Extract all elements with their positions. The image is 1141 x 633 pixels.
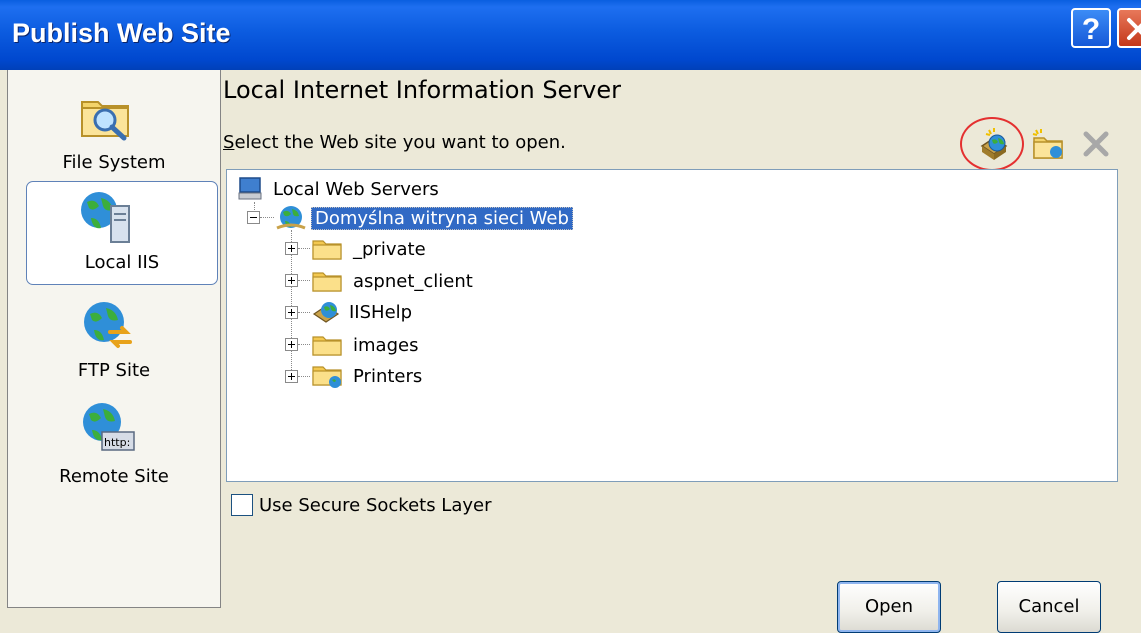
window-title: Publish Web Site <box>12 18 231 48</box>
web-app-icon <box>312 302 340 323</box>
new-web-site-icon[interactable] <box>976 126 1012 162</box>
prompt-accelerator: S <box>223 132 235 153</box>
tree-node-label: _private <box>353 238 426 260</box>
remote-http-globe-icon: http: <box>83 403 135 451</box>
sidebar-item-ftp-site[interactable]: FTP Site <box>8 292 220 388</box>
tree-node-iishelp[interactable]: IISHelp <box>311 297 412 327</box>
expand-toggle[interactable] <box>285 338 298 351</box>
folder-icon <box>312 272 342 292</box>
tree-node-label: Printers <box>353 365 423 387</box>
tree-node-root[interactable]: Local Web Servers <box>237 174 439 204</box>
tree-connector <box>298 344 310 346</box>
sidebar-item-label: File System <box>62 152 166 173</box>
sidebar-item-label: FTP Site <box>77 360 151 381</box>
expand-toggle[interactable] <box>285 242 298 255</box>
tree-node-label: Domyślna witryna sieci Web <box>311 206 573 230</box>
tree-node-label: Local Web Servers <box>273 178 439 200</box>
folder-icon <box>312 240 342 260</box>
tree-node-images[interactable]: images <box>311 330 418 360</box>
ssl-option[interactable]: Use Secure Sockets Layer <box>231 494 492 516</box>
folder-search-icon <box>81 101 129 141</box>
tree-node-printers[interactable]: Printers <box>311 361 422 391</box>
tree-connector <box>298 312 310 314</box>
tree-node-label: images <box>353 334 419 356</box>
close-icon <box>1127 18 1141 40</box>
tree-node-aspnet-client[interactable]: aspnet_client <box>311 266 473 296</box>
local-servers-icon <box>238 177 262 200</box>
ssl-label: Use Secure Sockets Layer <box>259 494 492 516</box>
ssl-checkbox[interactable] <box>231 494 253 516</box>
tree-node-private[interactable]: _private <box>311 234 426 264</box>
tree-connector <box>260 217 274 219</box>
cancel-button[interactable]: Cancel <box>997 581 1101 633</box>
prompt-rest: elect the Web site you want to open. <box>234 132 566 153</box>
sidebar-item-label: Local IIS <box>84 252 160 273</box>
local-iis-server-icon <box>81 192 130 243</box>
title-bar: Publish Web Site ? <box>0 0 1141 70</box>
collapse-toggle[interactable] <box>247 211 260 224</box>
location-sidebar: File System Local IIS FTP Site http: Rem… <box>7 70 221 608</box>
open-button[interactable]: Open <box>837 581 941 633</box>
tree-node-label: aspnet_client <box>353 270 473 292</box>
tree-connector <box>298 376 310 378</box>
new-virtual-directory-icon[interactable] <box>1030 126 1066 162</box>
folder-globe-icon <box>312 366 342 388</box>
tree-connector <box>298 280 310 282</box>
svg-text:http:: http: <box>104 436 130 449</box>
tree-connector <box>298 248 310 250</box>
expand-toggle[interactable] <box>285 274 298 287</box>
folder-icon <box>312 336 342 356</box>
help-button[interactable]: ? <box>1071 8 1111 48</box>
web-site-globe-icon <box>276 206 306 230</box>
delete-x-icon[interactable] <box>1078 126 1114 162</box>
tree-node-label: IISHelp <box>349 301 413 323</box>
ftp-globe-icon <box>84 302 132 348</box>
prompt-text: Select the Web site you want to open. <box>223 132 566 153</box>
sidebar-item-file-system[interactable]: File System <box>8 80 220 180</box>
tree-node-site[interactable]: Domyślna witryna sieci Web <box>275 203 573 233</box>
web-site-tree[interactable]: Local Web Servers Domyślna witryna sieci… <box>226 169 1118 482</box>
expand-toggle[interactable] <box>285 306 298 319</box>
sidebar-item-local-iis[interactable]: Local IIS <box>26 181 218 285</box>
sidebar-item-label: Remote Site <box>59 466 169 487</box>
page-title: Local Internet Information Server <box>223 76 622 104</box>
sidebar-item-remote-site[interactable]: http: Remote Site <box>8 396 220 496</box>
expand-toggle[interactable] <box>285 370 298 383</box>
close-button[interactable] <box>1117 8 1141 48</box>
